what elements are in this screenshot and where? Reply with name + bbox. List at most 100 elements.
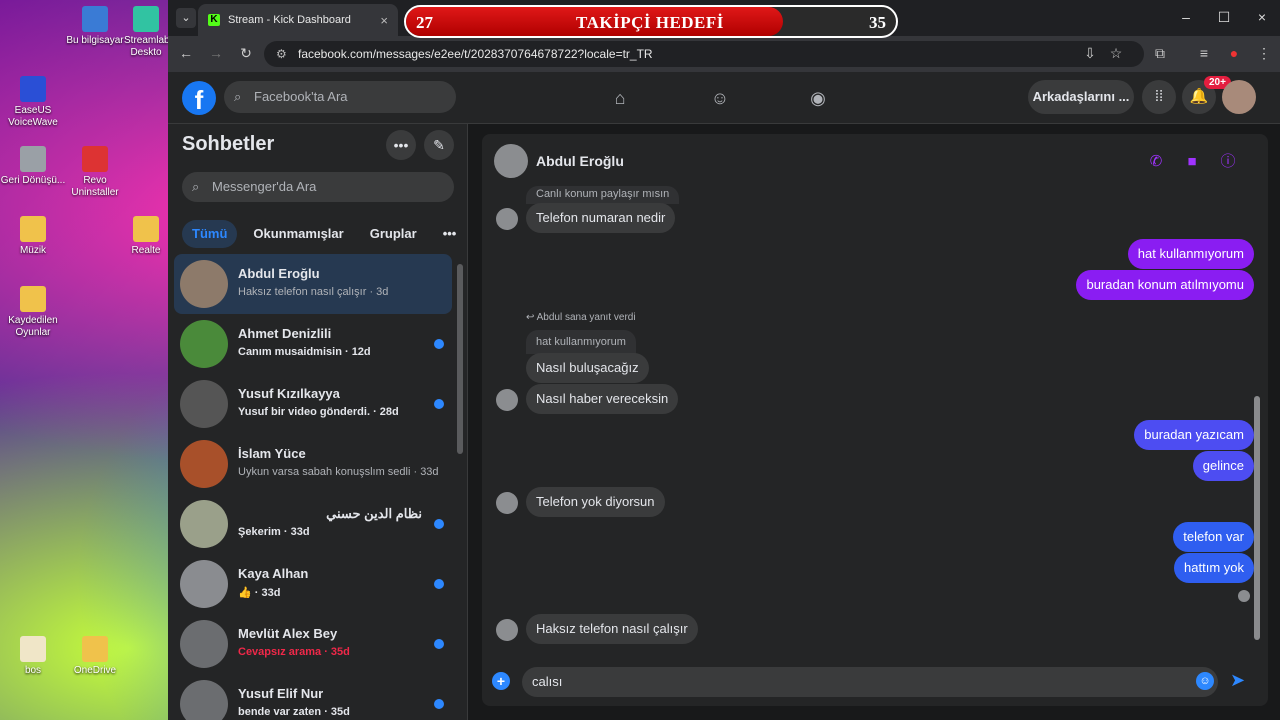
desktop-icon-bos[interactable]: bos <box>0 636 66 677</box>
facebook-logo-icon[interactable]: f <box>182 81 216 115</box>
reply-arrow-icon: ↩ <box>526 312 537 323</box>
desktop-icon-onedrive[interactable]: OneDrive <box>62 636 128 677</box>
profile-icon[interactable]: ● <box>1224 45 1244 61</box>
desktop-icon-easeus[interactable]: EaseUS VoiceWave <box>0 76 66 129</box>
message-bubble[interactable]: telefon var <box>1173 522 1254 552</box>
facebook-header: f ⌕ Facebook'ta Ara ⌂ ☺ ◉ Arkadaşlarını … <box>168 72 1280 124</box>
conversation-name: Yusuf Elif Nur <box>238 686 324 701</box>
chat-panel: Abdul Eroğlu ✆ ■ ⓘ Canlı konum paylaşır … <box>482 134 1268 706</box>
bookmark-star-icon[interactable]: ☆ <box>1106 45 1126 62</box>
quoted-message: Canlı konum paylaşır mısın <box>526 186 680 204</box>
chat-filters: Tümü Okunmamışlar Gruplar ••• <box>182 220 466 248</box>
conversation-item[interactable]: Yusuf Elif Nur bende var zaten · 35d <box>174 674 452 720</box>
contact-avatar[interactable] <box>494 144 528 178</box>
desktop-icon-music[interactable]: Müzik <box>0 216 66 257</box>
url-text: facebook.com/messages/e2ee/t/20283707646… <box>298 47 653 61</box>
filter-unread[interactable]: Okunmamışlar <box>243 220 353 248</box>
unread-dot <box>434 699 444 709</box>
voice-call-icon[interactable]: ✆ <box>1146 152 1166 172</box>
conversation-item[interactable]: نظام الدين حسني Şekerim · 33d <box>174 494 452 554</box>
message-bubble[interactable]: Haksız telefon nasıl çalışır <box>526 614 698 644</box>
emoji-icon[interactable]: ☺ <box>1196 672 1214 690</box>
conversation-item[interactable]: Ahmet Denizlili Canım musaidmisin · 12d <box>174 314 452 374</box>
desktop-icon-label: Kaydedilen Oyunlar <box>8 315 58 338</box>
find-friends-button[interactable]: Arkadaşlarını ... <box>1028 80 1134 114</box>
conversation-name: Yusuf Kızılkayya <box>238 386 340 401</box>
filter-groups[interactable]: Gruplar <box>360 220 427 248</box>
message-input[interactable]: calısı <box>522 667 1218 697</box>
voicewave-icon <box>20 76 46 102</box>
more-options-icon[interactable]: ••• <box>386 130 416 160</box>
facebook-search-input[interactable]: ⌕ Facebook'ta Ara <box>224 81 456 113</box>
minimize-icon[interactable]: – <box>1176 9 1196 25</box>
uninstaller-icon <box>82 146 108 172</box>
message-bubble[interactable]: Telefon yok diyorsun <box>526 487 665 517</box>
back-icon[interactable]: ← <box>176 45 196 61</box>
desktop-icon-revo[interactable]: Revo Uninstaller <box>62 146 128 199</box>
conversation-name: Abdul Eroğlu <box>238 266 320 281</box>
conversation-item[interactable]: Yusuf Kızılkayya Yusuf bir video gönderdi… <box>174 374 452 434</box>
groups-icon[interactable]: ◉ <box>806 86 830 110</box>
conversation-name: Mevlüt Alex Bey <box>238 626 338 641</box>
desktop-icon-saved-games[interactable]: Kaydedilen Oyunlar <box>0 286 66 339</box>
extensions-icon[interactable]: ⧉ <box>1150 45 1170 62</box>
conversation-item[interactable]: Mevlüt Alex Bey Cevapsız arama · 35d <box>174 614 452 674</box>
install-icon[interactable]: ⇩ <box>1080 45 1100 62</box>
close-window-icon[interactable]: × <box>1252 9 1272 25</box>
tab-search-button[interactable]: ⌄ <box>176 8 196 28</box>
desktop-icon-label: Bu bilgisayar <box>66 35 124 46</box>
media-icon[interactable]: ≡ <box>1194 45 1214 61</box>
message-bubble[interactable]: buradan konum atılmıyomu <box>1076 270 1254 300</box>
reload-icon[interactable]: ↻ <box>236 45 256 62</box>
contact-mini-avatar <box>496 492 518 514</box>
desktop-icon-this-pc[interactable]: Bu bilgisayar <box>62 6 128 47</box>
avatar <box>180 680 228 720</box>
url-field[interactable]: ⚙ facebook.com/messages/e2ee/t/202837076… <box>264 41 1144 67</box>
kick-icon: K <box>208 14 220 26</box>
message-bubble[interactable]: buradan yazıcam <box>1134 420 1254 450</box>
conversation-snippet: Şekerim · 33d <box>238 526 310 538</box>
send-icon[interactable]: ➤ <box>1230 670 1245 691</box>
home-icon[interactable]: ⌂ <box>608 86 632 110</box>
message-bubble[interactable]: Nasıl buluşacağız <box>526 353 649 383</box>
account-avatar[interactable] <box>1222 80 1256 114</box>
conversation-info-icon[interactable]: ⓘ <box>1218 152 1238 172</box>
message-bubble[interactable]: Nasıl haber vereceksin <box>526 384 679 414</box>
message-bubble[interactable]: hattım yok <box>1174 553 1254 583</box>
tab-title: Stream - Kick Dashboard <box>228 14 351 26</box>
chats-sidebar: Sohbetler ••• ✎ ⌕ Messenger'da Ara Tümü … <box>168 124 468 720</box>
file-icon <box>20 636 46 662</box>
filter-more-icon[interactable]: ••• <box>433 220 467 248</box>
tab-kick-dashboard[interactable]: K Stream - Kick Dashboard × <box>198 4 398 36</box>
seen-indicator-avatar <box>1238 590 1250 602</box>
conversation-name: نظام الدين حسني <box>326 506 422 521</box>
message-bubble[interactable]: hat kullanmıyorum <box>1127 239 1254 269</box>
conversation-item[interactable]: İslam Yüce Uykun varsa sabah konuşslım se… <box>174 434 452 494</box>
video-call-icon[interactable]: ■ <box>1182 152 1202 172</box>
chat-scrollbar[interactable] <box>1254 396 1260 640</box>
contact-name[interactable]: Abdul Eroğlu <box>536 153 624 169</box>
friends-icon[interactable]: ☺ <box>708 86 732 110</box>
sidebar-scrollbar[interactable] <box>457 264 463 454</box>
desktop-icon-recycle-bin[interactable]: Geri Dönüşü... <box>0 146 66 187</box>
desktop-icon-realtek[interactable]: Realte <box>124 216 168 257</box>
close-tab-icon[interactable]: × <box>380 13 388 28</box>
contact-mini-avatar <box>496 619 518 641</box>
unread-dot <box>434 639 444 649</box>
filter-all[interactable]: Tümü <box>182 220 238 248</box>
new-message-icon[interactable]: ✎ <box>424 130 454 160</box>
maximize-icon[interactable]: ☐ <box>1214 9 1234 26</box>
message-bubble[interactable]: gelince <box>1192 451 1254 481</box>
menu-grid-icon[interactable]: ⁞⁞ <box>1142 80 1176 114</box>
menu-dots-icon[interactable]: ⋮ <box>1254 45 1274 62</box>
conversation-item[interactable]: Abdul Eroğlu Haksız telefon nasıl çalışır… <box>174 254 452 314</box>
add-attachment-icon[interactable]: + <box>492 672 510 690</box>
conversation-item[interactable]: Kaya Alhan 👍 · 33d <box>174 554 452 614</box>
message-bubble[interactable]: Telefon numaran nedir <box>526 203 676 233</box>
facebook-search-placeholder: Facebook'ta Ara <box>254 89 348 104</box>
site-info-icon[interactable]: ⚙ <box>276 41 287 67</box>
contact-mini-avatar <box>496 389 518 411</box>
forward-icon[interactable]: → <box>206 45 226 61</box>
messenger-search-input[interactable]: ⌕ Messenger'da Ara <box>182 172 454 202</box>
desktop-icon-streamlabs[interactable]: Streamlabs Deskto <box>124 6 175 59</box>
